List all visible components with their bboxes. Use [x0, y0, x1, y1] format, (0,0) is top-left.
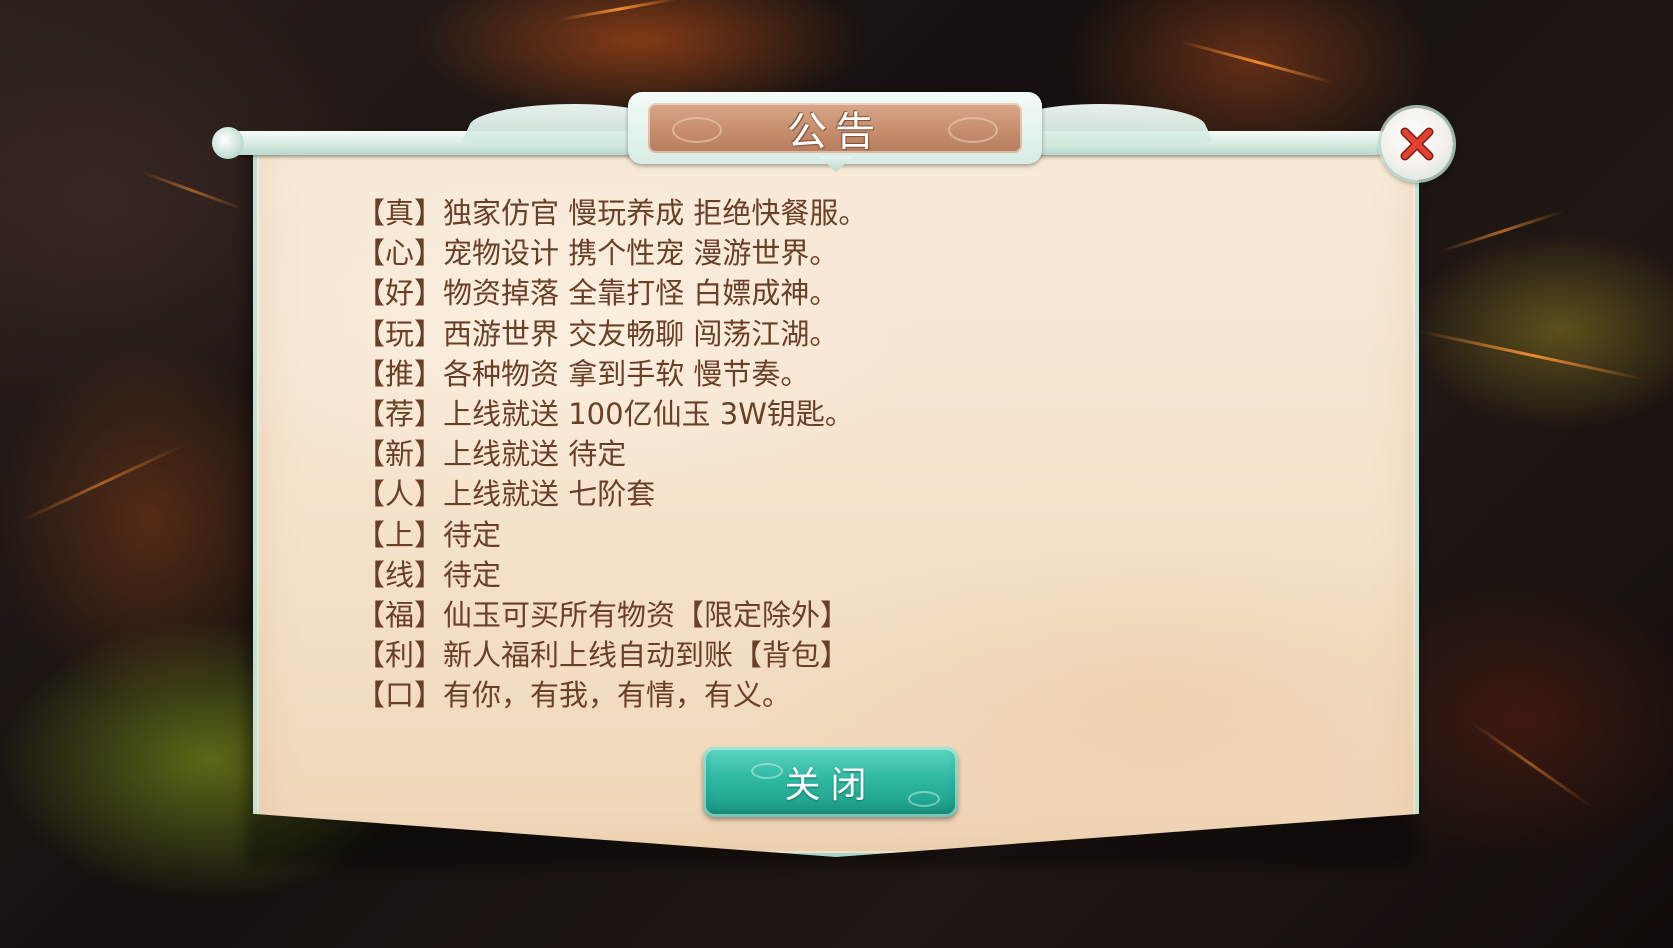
close-button-label: 关闭 [784, 765, 877, 806]
announcement-line: 【推】各种物资 拿到手软 慢节奏。 [356, 356, 810, 391]
swirl-ornament-icon [751, 763, 783, 779]
announcement-line: 【福】仙玉可买所有物资【限定除外】 [356, 597, 850, 632]
announcement-line: 【好】物资掉落 全靠打怪 白嫖成神。 [356, 276, 839, 311]
announcement-line: 【上】待定 [356, 517, 502, 552]
background-lava-crack [1439, 209, 1565, 253]
dialog-title: 公告 [787, 109, 883, 155]
announcement-line: 【真】独家仿官 慢玩养成 拒绝快餐服。 [356, 196, 868, 230]
swirl-ornament-icon [908, 791, 940, 807]
announcement-line: 【线】待定 [356, 557, 502, 592]
cloud-ornament-icon [672, 117, 722, 143]
cloud-ornament-icon [948, 117, 998, 143]
game-background: 公告 【真】独家仿官 慢玩养成 拒绝快餐服。 【心】宠物设计 携个性宠 漫游世界… [0, 0, 1673, 948]
announcement-line: 【心】宠物设计 携个性宠 漫游世界。 [356, 236, 839, 271]
announcement-line: 【人】上线就送 七阶套 [356, 477, 656, 512]
close-button[interactable]: 关闭 [703, 747, 958, 817]
background-lava-crack [1419, 330, 1646, 381]
close-icon-button[interactable] [1381, 108, 1453, 180]
background-lava-crack [559, 0, 679, 21]
announcement-line: 【玩】西游世界 交友畅聊 闯荡江湖。 [356, 316, 839, 351]
announcement-line: 【口】有你，有我，有情，有义。 [356, 678, 792, 713]
scroll-rod-cap [212, 127, 244, 159]
background-lava-crack [139, 170, 244, 211]
background-lava-crack [1469, 720, 1594, 809]
announcement-line: 【利】新人福利上线自动到账【背包】 [356, 638, 850, 673]
background-lava-crack [1179, 40, 1335, 85]
background-lava-crack [19, 444, 184, 523]
announcement-text-list: 【真】独家仿官 慢玩养成 拒绝快餐服。 【心】宠物设计 携个性宠 漫游世界。 【… [356, 193, 867, 715]
title-plaque: 公告 [648, 103, 1022, 155]
announcement-line: 【新】上线就送 待定 [356, 437, 627, 472]
close-x-icon [1400, 127, 1434, 161]
announcement-line: 【荐】上线就送 100亿仙玉 3W钥匙。 [356, 396, 854, 431]
